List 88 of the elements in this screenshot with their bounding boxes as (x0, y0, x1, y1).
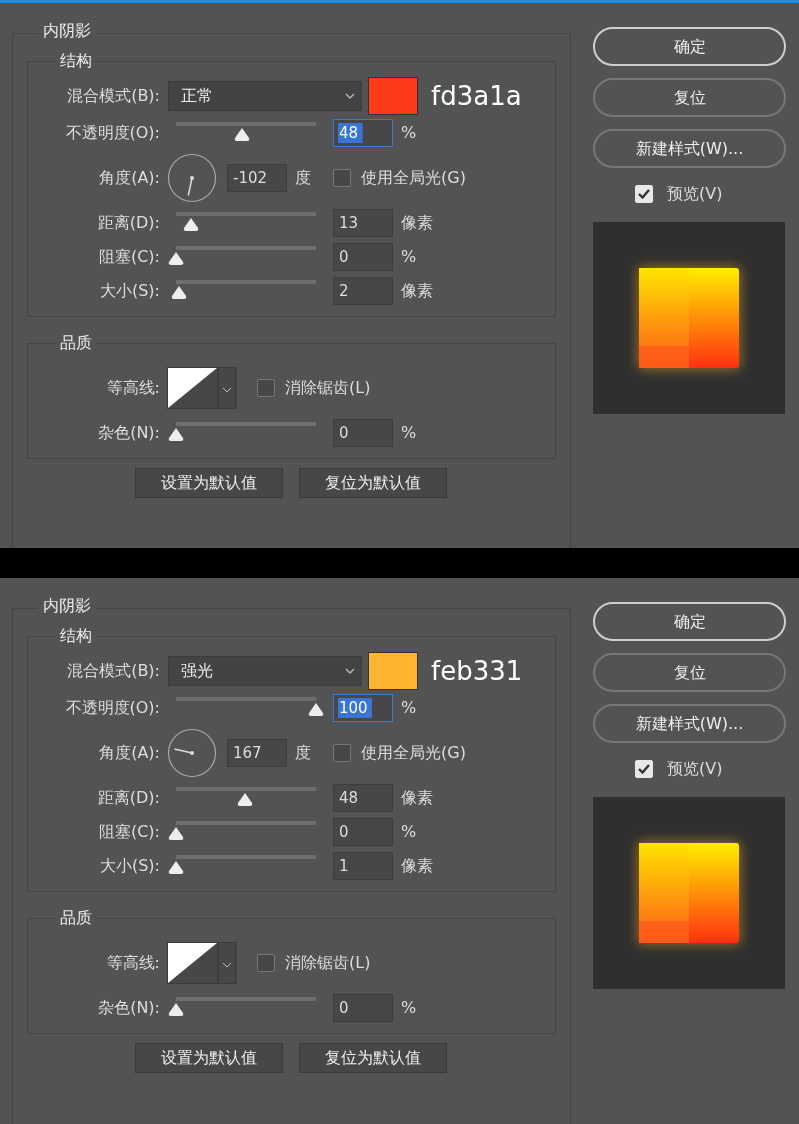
slider-thumb[interactable] (168, 861, 184, 874)
field-label: 等高线: (105, 377, 160, 399)
section-title: 内阴影 (38, 595, 96, 617)
color-swatch[interactable] (368, 77, 418, 115)
contour-picker[interactable] (167, 367, 237, 409)
unit-label: % (401, 246, 417, 268)
number-field[interactable]: 0 (333, 818, 393, 846)
field-label: 混合模式(B): (66, 660, 160, 682)
slider-thumb[interactable] (168, 1003, 184, 1016)
number-field[interactable]: 100 (333, 694, 393, 722)
field-label: 大小(S): (98, 280, 160, 302)
number-field[interactable]: 0 (333, 994, 393, 1022)
number-field[interactable]: 1 (333, 852, 393, 880)
number-field[interactable]: 167 (227, 739, 287, 767)
field-label: 等高线: (105, 952, 160, 974)
unit-label: 像素 (401, 280, 433, 302)
number-field[interactable]: 2 (333, 277, 393, 305)
color-swatch[interactable] (368, 652, 418, 690)
group-title: 结构 (55, 625, 97, 647)
slider-thumb[interactable] (183, 218, 200, 231)
default-button[interactable]: 设置为默认值 (135, 1043, 283, 1073)
number-field[interactable]: 48 (333, 119, 393, 147)
chevron-icon (345, 668, 355, 674)
dialog-button[interactable]: 复位 (593, 653, 786, 692)
slider-thumb[interactable] (236, 793, 253, 806)
checkbox-label[interactable]: 预览(V) (667, 182, 723, 206)
angle-dial[interactable] (167, 728, 217, 778)
check-icon (637, 188, 651, 200)
dialog-button[interactable]: 复位 (593, 78, 786, 117)
unit-label: % (401, 122, 417, 144)
default-button[interactable]: 复位为默认值 (299, 1043, 447, 1073)
checkbox-label[interactable]: 使用全局光(G) (361, 166, 466, 190)
group-title: 结构 (55, 50, 97, 72)
unit-label: % (401, 821, 417, 843)
default-button[interactable]: 设置为默认值 (135, 468, 283, 498)
slider-thumb[interactable] (168, 827, 184, 840)
hex-code: feb331 (431, 654, 523, 688)
field-label: 角度(A): (98, 167, 160, 189)
unit-label: 像素 (401, 787, 433, 809)
field-label: 距离(D): (96, 787, 160, 809)
checkbox-label[interactable]: 消除锯齿(L) (285, 951, 371, 975)
blend-mode-dropdown[interactable]: 强光 (168, 656, 362, 686)
field-label: 阻塞(C): (97, 246, 160, 268)
slider-thumb[interactable] (168, 252, 184, 265)
field-label: 混合模式(B): (66, 85, 160, 107)
angle-dial[interactable] (167, 153, 217, 203)
field-label: 距离(D): (96, 212, 160, 234)
contour-picker[interactable] (167, 942, 237, 984)
checkbox[interactable] (333, 169, 351, 187)
field-label: 阻塞(C): (97, 821, 160, 843)
unit-label: 像素 (401, 212, 433, 234)
number-field[interactable]: 0 (333, 419, 393, 447)
default-button[interactable]: 复位为默认值 (299, 468, 447, 498)
field-label: 不透明度(O): (64, 697, 160, 719)
slider-thumb[interactable] (168, 428, 184, 441)
checkbox-label[interactable]: 使用全局光(G) (361, 741, 466, 765)
unit-label: 像素 (401, 855, 433, 877)
field-label: 大小(S): (98, 855, 160, 877)
slider-thumb[interactable] (308, 703, 324, 716)
field-label: 杂色(N): (97, 997, 160, 1019)
number-field[interactable]: 13 (333, 209, 393, 237)
chevron-icon (345, 93, 355, 99)
number-field[interactable]: 48 (333, 784, 393, 812)
field-label: 不透明度(O): (64, 122, 160, 144)
checkbox[interactable] (257, 379, 275, 397)
dialog-button[interactable]: 新建样式(W)... (593, 129, 786, 168)
checkbox-label[interactable]: 消除锯齿(L) (285, 376, 371, 400)
number-field[interactable]: 0 (333, 243, 393, 271)
unit-label: % (401, 997, 417, 1019)
checkbox[interactable] (333, 744, 351, 762)
unit-label: % (401, 697, 417, 719)
check-icon (637, 763, 651, 775)
number-field[interactable]: -102 (227, 164, 287, 192)
field-label: 角度(A): (98, 742, 160, 764)
dialog-button[interactable]: 确定 (593, 602, 786, 641)
unit-label: 度 (295, 167, 311, 189)
checkbox[interactable] (257, 954, 275, 972)
blend-mode-dropdown[interactable]: 正常 (168, 81, 362, 111)
unit-label: 度 (295, 742, 311, 764)
dialog-button[interactable]: 确定 (593, 27, 786, 66)
section-title: 内阴影 (38, 20, 96, 42)
unit-label: % (401, 422, 417, 444)
dialog-button[interactable]: 新建样式(W)... (593, 704, 786, 743)
slider-thumb[interactable] (233, 128, 250, 141)
hex-code: fd3a1a (431, 79, 522, 113)
field-label: 杂色(N): (97, 422, 160, 444)
checkbox-label[interactable]: 预览(V) (667, 757, 723, 781)
slider-thumb[interactable] (170, 286, 187, 299)
